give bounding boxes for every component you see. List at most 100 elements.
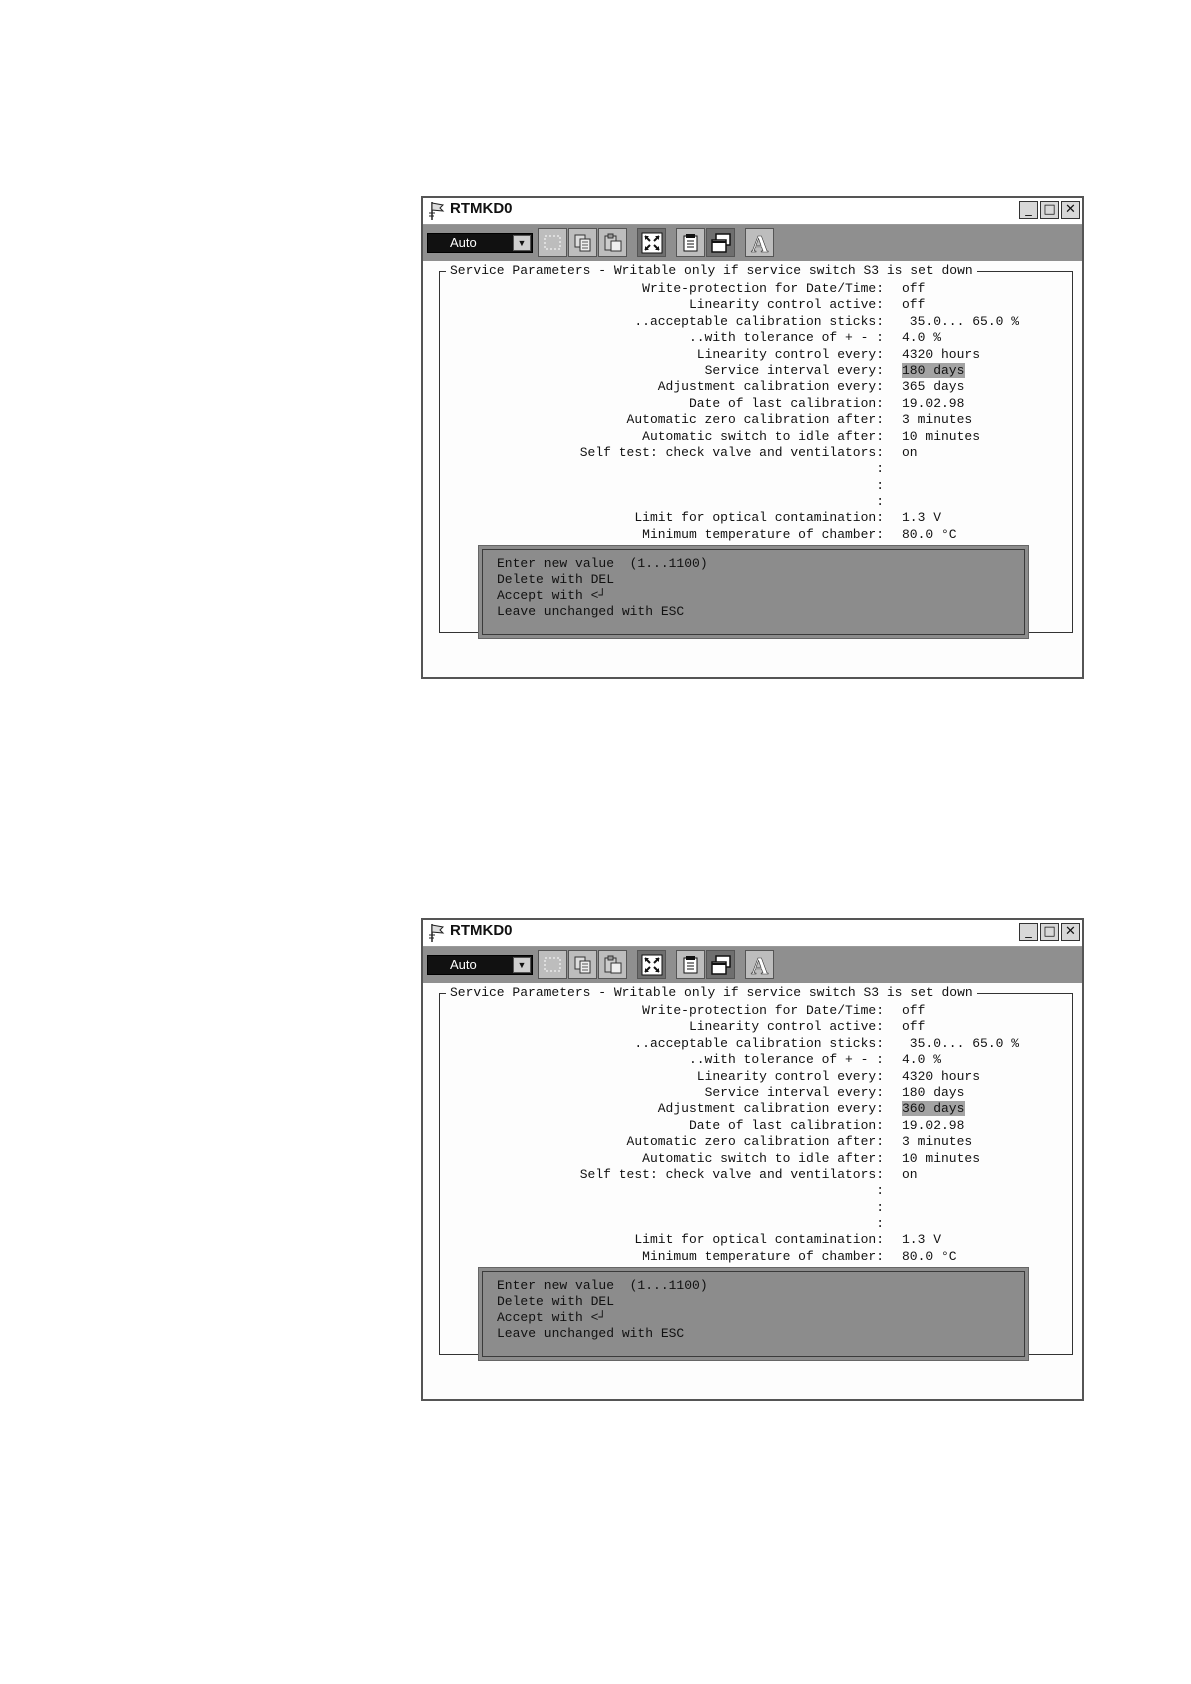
maximize-button[interactable]: □: [1040, 923, 1059, 941]
parameter-value: off: [902, 1003, 926, 1018]
input-dialog: Enter new value (1...1100) Delete with D…: [478, 1267, 1029, 1361]
dialog-line-accept: Accept with <┘: [497, 588, 607, 603]
parameter-label: ..acceptable calibration sticks:: [634, 313, 884, 329]
restore-icon[interactable]: [706, 228, 735, 257]
parameter-label: Minimum temperature of chamber:: [642, 1248, 884, 1264]
parameter-row[interactable]: Linearity control active: off: [440, 1019, 1074, 1035]
parameter-label: Write-protection for Date/Time:: [642, 1003, 884, 1018]
dialog-line-leave: Leave unchanged with ESC: [497, 1326, 685, 1341]
maximize-button[interactable]: □: [1040, 201, 1059, 219]
parameter-row[interactable]: Self test: check valve and ventilators: o…: [440, 1167, 1074, 1183]
parameter-value-editing[interactable]: 360 days: [902, 1101, 966, 1117]
parameter-value: 35.0... 65.0 %: [902, 313, 1020, 329]
parameter-label: Limit for optical contamination:: [634, 1232, 884, 1248]
svg-text:A: A: [751, 954, 769, 977]
ellipsis-row: :: [440, 461, 1074, 477]
parameter-value: 180 days: [902, 1084, 965, 1100]
parameter-row[interactable]: Adjustment calibration every: 365 days: [440, 379, 1074, 395]
select-icon[interactable]: [538, 950, 567, 979]
ellipsis-row: :: [440, 1200, 1074, 1216]
title-bar[interactable]: RTMKD0 _ □ ✕: [423, 198, 1082, 225]
parameter-label: ..acceptable calibration sticks:: [634, 1035, 884, 1051]
mode-select-value: Auto: [450, 235, 477, 250]
parameter-value-editing[interactable]: 180 days: [902, 362, 966, 378]
notes-icon[interactable]: [676, 950, 705, 979]
minimize-button[interactable]: _: [1019, 923, 1038, 941]
parameter-row[interactable]: Limit for optical contamination: 1.3 V: [440, 510, 1074, 526]
ellipsis-mark: :: [876, 1183, 884, 1199]
parameter-row[interactable]: Automatic zero calibration after: 3 minut…: [440, 412, 1074, 428]
parameter-value: off: [902, 297, 926, 313]
close-button[interactable]: ✕: [1061, 923, 1080, 941]
parameter-row[interactable]: Write-protection for Date/Time: off: [440, 1003, 1074, 1019]
parameter-label: Linearity control active:: [688, 1019, 884, 1035]
fit-icon[interactable]: [637, 228, 666, 257]
ellipsis-row: :: [440, 494, 1074, 510]
parameter-value: 1.3 V: [902, 510, 942, 526]
ellipsis-mark: :: [876, 1199, 884, 1215]
content-area: Service Parameters - Writable only if se…: [423, 261, 1082, 677]
parameter-row[interactable]: Linearity control every: 4320 hours: [440, 347, 1074, 363]
parameter-label: Adjustment calibration every:: [657, 1101, 884, 1117]
parameter-row[interactable]: Automatic switch to idle after: 10 minute…: [440, 1151, 1074, 1167]
parameter-row[interactable]: Write-protection for Date/Time: off: [440, 281, 1074, 297]
mode-select[interactable]: Auto ▼: [427, 233, 533, 253]
close-button[interactable]: ✕: [1061, 201, 1080, 219]
dialog-line-enter: Enter new value (1...1100): [497, 1278, 708, 1293]
parameter-row[interactable]: ..acceptable calibration sticks: 35.0...…: [440, 1036, 1074, 1052]
parameter-label: Limit for optical contamination:: [634, 510, 884, 526]
font-icon[interactable]: A: [745, 228, 774, 257]
parameter-row[interactable]: Self test: check valve and ventilators: o…: [440, 445, 1074, 461]
font-icon[interactable]: A: [745, 950, 774, 979]
parameter-row[interactable]: Date of last calibration: 19.02.98: [440, 396, 1074, 412]
mode-select[interactable]: Auto ▼: [427, 955, 533, 975]
copy-icon[interactable]: [568, 950, 597, 979]
minimize-button[interactable]: _: [1019, 201, 1038, 219]
dialog-line-leave: Leave unchanged with ESC: [497, 604, 685, 619]
toolbar: Auto ▼ A: [423, 947, 1082, 983]
paste-icon[interactable]: [598, 228, 627, 257]
parameter-row[interactable]: Service interval every: 180 days: [440, 1085, 1074, 1101]
parameter-row[interactable]: ..acceptable calibration sticks: 35.0...…: [440, 314, 1074, 330]
title-bar[interactable]: RTMKD0 _ □ ✕: [423, 920, 1082, 947]
parameter-row-selected[interactable]: Adjustment calibration every: 360 days: [440, 1101, 1074, 1117]
app-icon: [429, 202, 445, 220]
notes-icon[interactable]: [676, 228, 705, 257]
chevron-down-icon[interactable]: ▼: [513, 957, 531, 973]
parameter-value: 365 days: [902, 379, 965, 395]
ellipsis-mark: :: [876, 1216, 884, 1232]
parameter-row[interactable]: Linearity control every: 4320 hours: [440, 1069, 1074, 1085]
parameter-label: ..with tolerance of + - :: [688, 1052, 884, 1068]
select-icon[interactable]: [538, 228, 567, 257]
parameter-row[interactable]: Minimum temperature of chamber: 80.0 °C: [440, 527, 1074, 543]
parameter-value: 3 minutes: [902, 1134, 973, 1150]
ellipsis-row: :: [440, 1183, 1074, 1199]
parameter-value: 1.3 V: [902, 1232, 942, 1248]
app-icon: [429, 924, 445, 942]
paste-icon[interactable]: [598, 950, 627, 979]
parameter-row[interactable]: Automatic zero calibration after: 3 minut…: [440, 1134, 1074, 1150]
restore-icon[interactable]: [706, 950, 735, 979]
frame-title: Service Parameters - Writable only if se…: [446, 263, 977, 278]
parameter-value: on: [902, 1166, 918, 1182]
chevron-down-icon[interactable]: ▼: [513, 235, 531, 251]
parameter-row[interactable]: ..with tolerance of + - : 4.0 %: [440, 1052, 1074, 1068]
copy-icon[interactable]: [568, 228, 597, 257]
parameter-row[interactable]: Date of last calibration: 19.02.98: [440, 1118, 1074, 1134]
parameter-row-selected[interactable]: Service interval every: 180 days: [440, 362, 1074, 379]
ellipsis-row: :: [440, 478, 1074, 494]
parameter-row[interactable]: Automatic switch to idle after: 10 minute…: [440, 429, 1074, 445]
parameter-row[interactable]: ..with tolerance of + - : 4.0 %: [440, 330, 1074, 346]
parameter-label: Automatic switch to idle after:: [642, 428, 884, 444]
ellipsis-mark: :: [876, 494, 884, 510]
parameter-row[interactable]: Limit for optical contamination: 1.3 V: [440, 1232, 1074, 1248]
fit-icon[interactable]: [637, 950, 666, 979]
parameter-label: Linearity control every:: [696, 346, 884, 362]
svg-text:A: A: [751, 232, 769, 255]
parameter-list: Write-protection for Date/Time: off Linea…: [440, 281, 1074, 543]
app-window-1: RTMKD0 _ □ ✕ Auto ▼ A Service Parameters…: [421, 196, 1084, 679]
parameter-value: 4.0 %: [902, 1052, 942, 1068]
parameter-row[interactable]: Minimum temperature of chamber: 80.0 °C: [440, 1249, 1074, 1265]
window-title: RTMKD0: [450, 200, 513, 217]
parameter-row[interactable]: Linearity control active: off: [440, 297, 1074, 313]
